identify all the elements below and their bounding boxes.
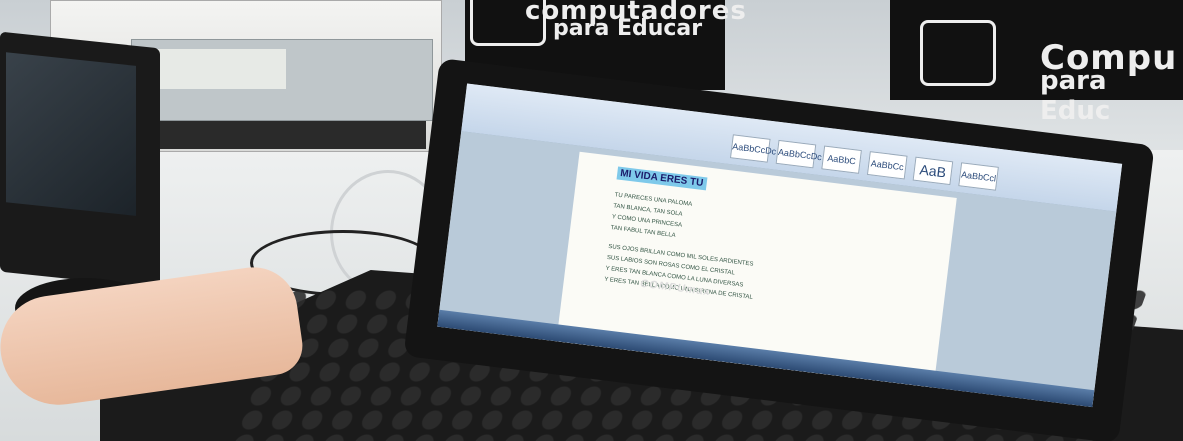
document-line: TAN FABUL TAN BELLA [610, 225, 676, 240]
banner-right: Compu para Educ [890, 0, 1183, 126]
background-laptop [0, 31, 160, 289]
banner-right-line2: para Educ [1040, 66, 1111, 126]
style-subtitle[interactable]: AaBbCcl [958, 162, 999, 191]
laptop-screen: AaBbCcDc AaBbCcDc AaBbC AaBbCc AaB AaBbC… [437, 83, 1123, 408]
banner-left-line2: para Educar [553, 16, 703, 41]
printer-label-sticker [146, 49, 286, 89]
style-no-spacing[interactable]: AaBbCcDc [775, 139, 822, 169]
style-heading-2[interactable]: AaBbCc [866, 151, 908, 180]
style-title[interactable]: AaB [912, 156, 954, 186]
document-title: MI VIDA ERES TU [616, 166, 707, 191]
computer-logo-icon [920, 20, 996, 86]
background-laptop-screen [6, 52, 136, 216]
style-heading-1[interactable]: AaBbC [821, 145, 862, 174]
style-normal[interactable]: AaBbCcDc [729, 134, 777, 163]
printer-base [146, 121, 426, 149]
photo-scene: computadores para Educar Compu para Educ… [0, 0, 1183, 441]
